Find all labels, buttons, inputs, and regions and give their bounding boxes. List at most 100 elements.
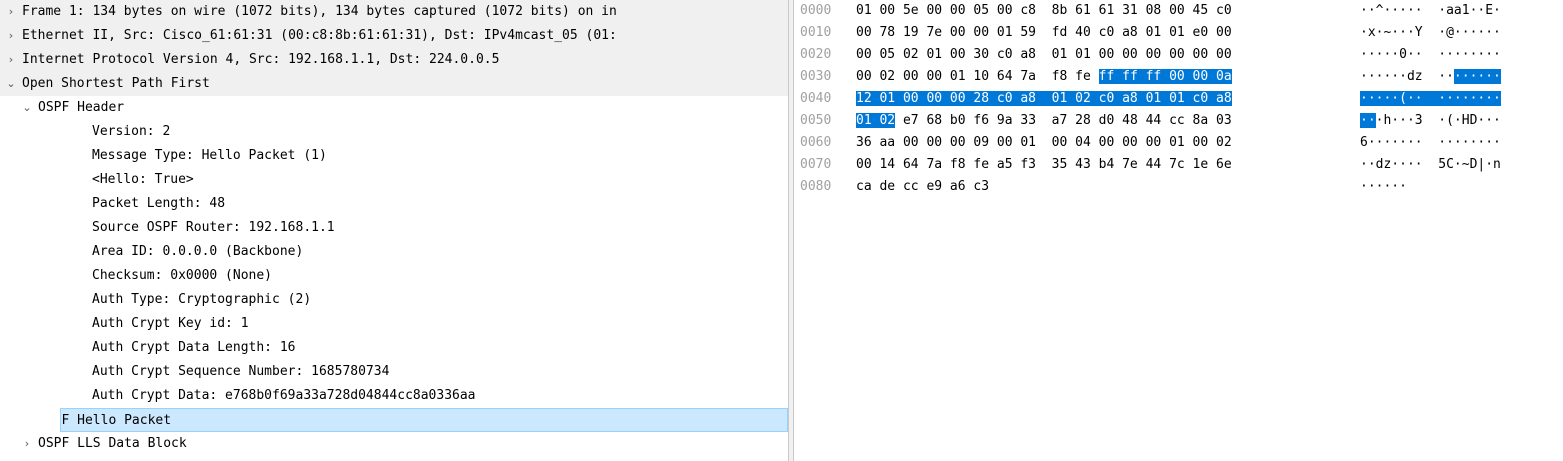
tree-row[interactable]: Auth Crypt Data: e768b0f69a33a728d04844c… bbox=[0, 384, 788, 408]
tree-row[interactable]: Auth Type: Cryptographic (2) bbox=[0, 288, 788, 312]
hex-row: 0030 00 02 00 00 01 10 64 7a f8 fe ff ff … bbox=[794, 66, 1563, 88]
tree-row[interactable]: › Internet Protocol Version 4, Src: 192.1… bbox=[0, 48, 788, 72]
ascii-text: ··dz···· 5C·~D|·n bbox=[1360, 157, 1501, 172]
tree-row[interactable]: Checksum: 0x0000 (None) bbox=[0, 264, 788, 288]
hex-offset: 0070 bbox=[800, 157, 832, 172]
chevron-right-icon[interactable]: › bbox=[20, 432, 34, 456]
hex-offset: 0020 bbox=[800, 47, 832, 62]
hex-offset: 0040 bbox=[800, 91, 832, 106]
hex-offset: 0030 bbox=[800, 69, 832, 84]
hex-bytes-highlighted: ff ff ff 00 00 0a bbox=[1098, 69, 1232, 84]
tree-row-label: Internet Protocol Version 4, Src: 192.16… bbox=[22, 52, 500, 67]
hex-bytes-highlighted: 01 02 bbox=[856, 113, 896, 128]
tree-row-label: Packet Length: 48 bbox=[92, 196, 226, 211]
hex-offset: 0060 bbox=[800, 135, 832, 150]
hex-row: 0020 00 05 02 01 00 30 c0 a8 01 01 00 00 … bbox=[794, 44, 1563, 66]
tree-row[interactable]: › Ethernet II, Src: Cisco_61:61:31 (00:c8… bbox=[0, 24, 788, 48]
tree-row[interactable]: Message Type: Hello Packet (1) bbox=[0, 144, 788, 168]
hex-bytes-text: e7 68 b0 f6 9a 33 a7 28 d0 48 44 cc 8a 0… bbox=[895, 113, 1232, 128]
tree-row[interactable]: <Hello: True> bbox=[0, 168, 788, 192]
ascii-text: 6······· ········ bbox=[1360, 135, 1501, 150]
tree-row-label: Source OSPF Router: 192.168.1.1 bbox=[92, 220, 335, 235]
hex-bytes[interactable]: ca de cc e9 a6 c3 bbox=[856, 176, 989, 198]
hex-offset: 0010 bbox=[800, 25, 832, 40]
ascii-text: ······dz ·· bbox=[1360, 69, 1454, 84]
hex-bytes[interactable]: 01 02 e7 68 b0 f6 9a 33 a7 28 d0 48 44 c… bbox=[856, 110, 1232, 132]
tree-row[interactable]: › Frame 1: 134 bytes on wire (1072 bits),… bbox=[0, 0, 788, 24]
hex-row: 0010 00 78 19 7e 00 00 01 59 fd 40 c0 a8 … bbox=[794, 22, 1563, 44]
tree-row-label: OSPF Hello Packet bbox=[61, 413, 172, 428]
hex-row: 0060 36 aa 00 00 00 09 00 01 00 04 00 00 … bbox=[794, 132, 1563, 154]
tree-row[interactable]: Area ID: 0.0.0.0 (Backbone) bbox=[0, 240, 788, 264]
tree-row-label: Auth Crypt Sequence Number: 1685780734 bbox=[92, 364, 390, 379]
tree-row-label: Auth Crypt Key id: 1 bbox=[92, 316, 249, 331]
chevron-right-icon[interactable]: › bbox=[4, 0, 18, 24]
hex-row: 0000 01 00 5e 00 00 05 00 c8 8b 61 61 31 … bbox=[794, 0, 1563, 22]
hex-bytes-text: 01 00 5e 00 00 05 00 c8 8b 61 61 31 08 0… bbox=[856, 3, 1232, 18]
ascii-highlighted: ·····(·· ········ bbox=[1360, 91, 1501, 106]
ascii-bytes[interactable]: 6······· ········ bbox=[1360, 132, 1501, 154]
hex-row: 0040 12 01 00 00 00 28 c0 a8 01 02 c0 a8 … bbox=[794, 88, 1563, 110]
hex-bytes[interactable]: 01 00 5e 00 00 05 00 c8 8b 61 61 31 08 0… bbox=[856, 0, 1232, 22]
hex-bytes[interactable]: 00 14 64 7a f8 fe a5 f3 35 43 b4 7e 44 7… bbox=[856, 154, 1232, 176]
ascii-bytes[interactable]: ··^····· ·aa1··E· bbox=[1360, 0, 1501, 22]
tree-row-label: OSPF LLS Data Block bbox=[38, 436, 187, 451]
ascii-bytes[interactable]: ··dz···· 5C·~D|·n bbox=[1360, 154, 1501, 176]
hex-offset: 0050 bbox=[800, 113, 832, 128]
ascii-text: ·····0·· ········ bbox=[1360, 47, 1501, 62]
ascii-highlighted: ······ bbox=[1453, 69, 1501, 84]
tree-row-label: Area ID: 0.0.0.0 (Backbone) bbox=[92, 244, 304, 259]
tree-row-label: OSPF Header bbox=[38, 100, 125, 115]
tree-row[interactable]: ⌄ Open Shortest Path First bbox=[0, 72, 788, 96]
hex-bytes[interactable]: 00 78 19 7e 00 00 01 59 fd 40 c0 a8 01 0… bbox=[856, 22, 1232, 44]
tree-row[interactable]: Auth Crypt Data Length: 16 bbox=[0, 336, 788, 360]
hex-bytes-text: 00 78 19 7e 00 00 01 59 fd 40 c0 a8 01 0… bbox=[856, 25, 1232, 40]
hex-bytes-text: 00 05 02 01 00 30 c0 a8 01 01 00 00 00 0… bbox=[856, 47, 1232, 62]
hex-bytes[interactable]: 00 05 02 01 00 30 c0 a8 01 01 00 00 00 0… bbox=[856, 44, 1232, 66]
tree-row[interactable]: › OSPF LLS Data Block bbox=[0, 432, 788, 456]
tree-row[interactable]: ⌄ OSPF Header bbox=[0, 96, 788, 120]
ascii-bytes[interactable]: ·x·~···Y ·@······ bbox=[1360, 22, 1501, 44]
hex-bytes[interactable]: 36 aa 00 00 00 09 00 01 00 04 00 00 00 0… bbox=[856, 132, 1232, 154]
ascii-text: ·x·~···Y ·@······ bbox=[1360, 25, 1501, 40]
hex-bytes-text: 00 14 64 7a f8 fe a5 f3 35 43 b4 7e 44 7… bbox=[856, 157, 1232, 172]
hex-bytes[interactable]: 00 02 00 00 01 10 64 7a f8 fe ff ff ff 0… bbox=[856, 66, 1232, 88]
tree-row-label: Version: 2 bbox=[92, 124, 171, 139]
tree-row-label: Auth Crypt Data: e768b0f69a33a728d04844c… bbox=[92, 388, 476, 403]
tree-row-label: Frame 1: 134 bytes on wire (1072 bits), … bbox=[22, 4, 617, 19]
chevron-right-icon[interactable]: › bbox=[4, 24, 18, 48]
tree-row-label: <Hello: True> bbox=[92, 172, 194, 187]
hex-row: 0050 01 02 e7 68 b0 f6 9a 33 a7 28 d0 48 … bbox=[794, 110, 1563, 132]
hex-bytes[interactable]: 12 01 00 00 00 28 c0 a8 01 02 c0 a8 01 0… bbox=[856, 88, 1232, 110]
tree-row-label: Open Shortest Path First bbox=[22, 76, 210, 91]
packet-details-tree[interactable]: › Frame 1: 134 bytes on wire (1072 bits),… bbox=[0, 0, 788, 461]
tree-row[interactable]: Auth Crypt Sequence Number: 1685780734 bbox=[0, 360, 788, 384]
tree-row-label: Ethernet II, Src: Cisco_61:61:31 (00:c8:… bbox=[22, 28, 617, 43]
tree-row[interactable]: Packet Length: 48 bbox=[0, 192, 788, 216]
tree-row-label: Message Type: Hello Packet (1) bbox=[92, 148, 327, 163]
hex-offset: 0000 bbox=[800, 3, 832, 18]
tree-row-label: Auth Crypt Data Length: 16 bbox=[92, 340, 296, 355]
hex-offset: 0080 bbox=[800, 179, 832, 194]
tree-row-label: Auth Type: Cryptographic (2) bbox=[92, 292, 312, 307]
ascii-text: ······ bbox=[1360, 179, 1407, 194]
hex-row: 0070 00 14 64 7a f8 fe a5 f3 35 43 b4 7e … bbox=[794, 154, 1563, 176]
hex-bytes-text: 00 02 00 00 01 10 64 7a f8 fe bbox=[856, 69, 1099, 84]
ascii-bytes[interactable]: ······dz ········ bbox=[1360, 66, 1501, 88]
chevron-down-icon[interactable]: ⌄ bbox=[4, 72, 18, 96]
ascii-bytes[interactable]: ······ bbox=[1360, 176, 1407, 198]
ascii-bytes[interactable]: ···h···3 ·(·HD··· bbox=[1360, 110, 1501, 132]
packet-bytes-pane[interactable]: 0000 01 00 5e 00 00 05 00 c8 8b 61 61 31 … bbox=[794, 0, 1563, 461]
ascii-bytes[interactable]: ·····(·· ········ bbox=[1360, 88, 1501, 110]
hex-row: 0080 ca de cc e9 a6 c3 ······ bbox=[794, 176, 1563, 198]
tree-row[interactable]: Auth Crypt Key id: 1 bbox=[0, 312, 788, 336]
tree-row-label: Checksum: 0x0000 (None) bbox=[92, 268, 273, 283]
tree-row[interactable]: ›OSPF Hello Packet bbox=[60, 408, 788, 432]
ascii-text: ··^····· ·aa1··E· bbox=[1360, 3, 1501, 18]
hex-bytes-text: ca de cc e9 a6 c3 bbox=[856, 179, 990, 194]
tree-row[interactable]: Source OSPF Router: 192.168.1.1 bbox=[0, 216, 788, 240]
chevron-down-icon[interactable]: ⌄ bbox=[20, 96, 34, 120]
chevron-right-icon[interactable]: › bbox=[4, 48, 18, 72]
tree-row[interactable]: Version: 2 bbox=[0, 120, 788, 144]
ascii-bytes[interactable]: ·····0·· ········ bbox=[1360, 44, 1501, 66]
